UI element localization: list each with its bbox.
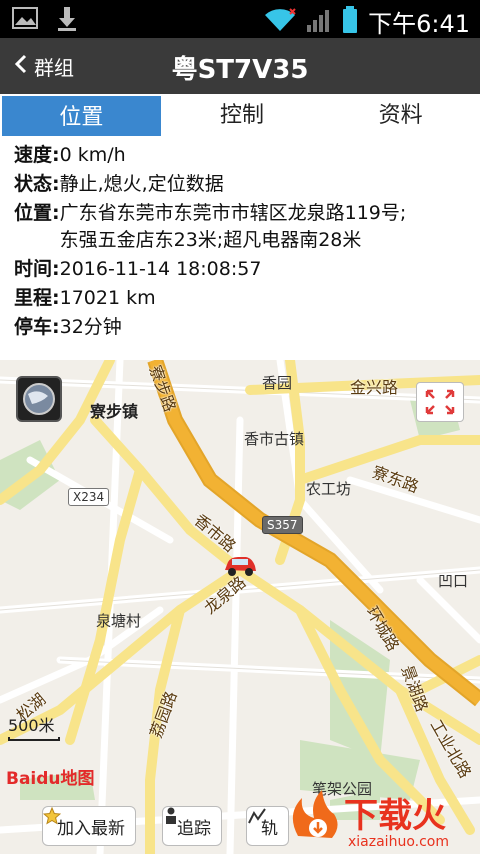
scale-label: 500米 — [8, 716, 55, 735]
place-liaobu: 寮步镇 — [90, 402, 139, 421]
speed-row: 速度: 0 km/h — [14, 142, 466, 169]
tab-bar: 位置 控制 资料 — [0, 94, 480, 138]
shield-x234: X234 — [68, 488, 110, 506]
title-bar: 群组 粤ST7V35 — [0, 38, 480, 94]
tab-location[interactable]: 位置 — [0, 94, 163, 138]
speed-key: 速度: — [14, 144, 60, 166]
map-logo: Baidu地图 — [6, 764, 95, 789]
watermark-brand: 下载火 — [344, 796, 446, 836]
place-nonggongfang: 农工坊 — [306, 480, 352, 498]
map-layer-button[interactable] — [16, 376, 62, 422]
fullscreen-icon — [425, 389, 455, 415]
tab-control[interactable]: 控制 — [163, 94, 322, 138]
state-row: 状态: 静止,熄火,定位数据 — [14, 171, 466, 198]
time-value: 2016-11-14 18:08:57 — [59, 258, 262, 280]
location-value: 广东省东莞市东莞市市辖区龙泉路119号;东强五金店东23米;超凡电器南28米 — [59, 202, 407, 251]
location-key: 位置: — [14, 202, 60, 224]
parking-key: 停车: — [14, 316, 60, 338]
time-row: 时间: 2016-11-14 18:08:57 — [14, 256, 466, 283]
parking-value: 32分钟 — [59, 316, 122, 338]
state-value: 静止,熄火,定位数据 — [59, 173, 224, 195]
road-jinxing: 金兴路 — [350, 378, 399, 397]
state-key: 状态: — [14, 173, 60, 195]
signal-icon — [306, 7, 332, 37]
download-notification-icon — [56, 6, 78, 36]
image-notification-icon — [12, 6, 38, 36]
track-button[interactable]: 追踪 — [162, 806, 222, 846]
vehicle-info-panel: 速度: 0 km/h 状态: 静止,熄火,定位数据 位置: 广东省东莞市东莞市市… — [0, 138, 480, 360]
mileage-row: 里程: 17021 km — [14, 285, 466, 312]
location-row: 位置: 广东省东莞市东莞市市辖区龙泉路119号;东强五金店东23米;超凡电器南2… — [14, 200, 466, 254]
mileage-value: 17021 km — [59, 287, 156, 309]
watermark: 下载火 xiazaihuo.com — [288, 784, 480, 854]
trajectory-button[interactable]: 轨 — [246, 806, 289, 846]
track-label: 追踪 — [177, 818, 211, 839]
shield-s357: S357 — [262, 516, 303, 534]
mileage-key: 里程: — [14, 287, 60, 309]
globe-icon — [23, 383, 55, 415]
clock: 下午6:41 — [368, 10, 470, 38]
place-xiangyuan: 香园 — [262, 374, 293, 392]
place-xiangshi-guzhen: 香市古镇 — [244, 430, 305, 448]
watermark-url: xiazaihuo.com — [348, 834, 449, 850]
wifi-icon — [264, 7, 296, 37]
page-title: 粤ST7V35 — [171, 55, 309, 85]
map-scale: 500米 — [8, 712, 60, 741]
time-key: 时间: — [14, 258, 60, 280]
baidu-logo-text: Baidu地图 — [6, 769, 95, 789]
add-latest-label: 加入最新 — [57, 818, 125, 839]
place-quantang: 泉塘村 — [96, 612, 142, 630]
parking-row: 停车: 32分钟 — [14, 314, 466, 341]
tab-profile[interactable]: 资料 — [321, 94, 480, 138]
map-view[interactable]: 寮步镇 香园 香市古镇 农工坊 泉塘村 凹口 笔架公园 金兴路 寮东路 香市路 … — [0, 360, 480, 854]
add-latest-button[interactable]: 加入最新 — [42, 806, 136, 846]
status-bar: 下午6:41 — [0, 0, 480, 38]
fullscreen-button[interactable] — [416, 382, 464, 422]
speed-value: 0 km/h — [59, 144, 126, 166]
battery-icon — [342, 5, 358, 38]
place-aokou: 凹口 — [438, 572, 469, 590]
